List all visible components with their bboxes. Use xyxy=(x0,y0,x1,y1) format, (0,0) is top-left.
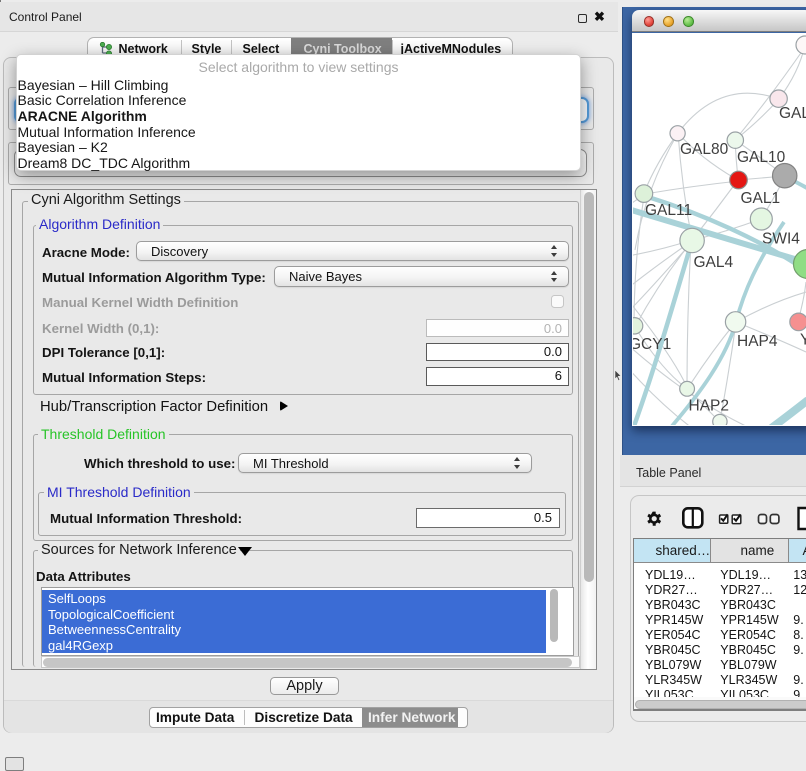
svg-text:GAL1: GAL1 xyxy=(741,190,781,207)
svg-text:HAP2: HAP2 xyxy=(689,398,730,415)
svg-text:SWI4: SWI4 xyxy=(762,231,800,248)
svg-text:GAL80: GAL80 xyxy=(680,141,729,158)
svg-text:GAL4: GAL4 xyxy=(694,254,734,271)
svg-text:GAL2: GAL2 xyxy=(779,105,806,122)
svg-text:GAL10: GAL10 xyxy=(737,149,786,166)
svg-text:YL: YL xyxy=(800,332,806,349)
svg-text:GAL11: GAL11 xyxy=(645,202,692,219)
svg-text:HAP4: HAP4 xyxy=(737,333,778,350)
svg-text:GCY1: GCY1 xyxy=(633,336,671,353)
